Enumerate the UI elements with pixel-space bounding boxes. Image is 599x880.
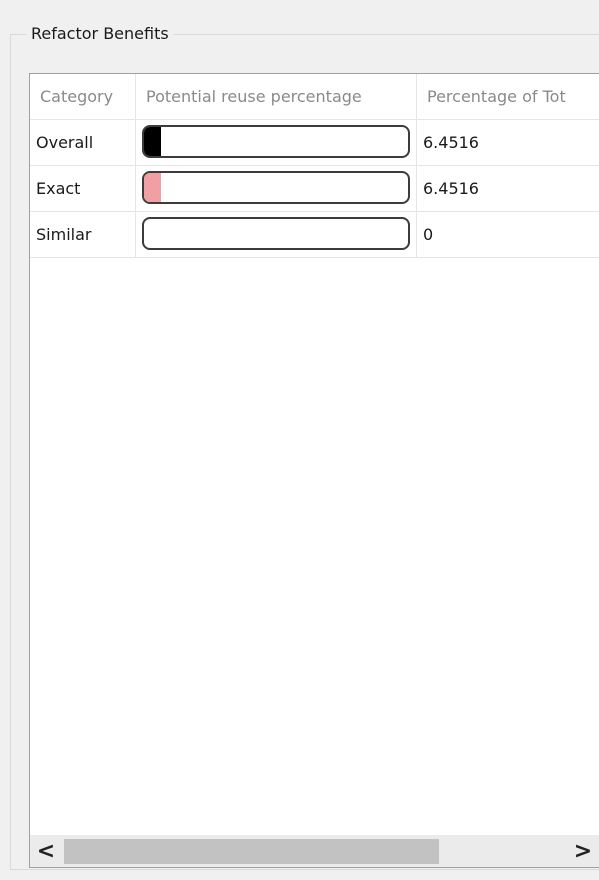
table-row-exact[interactable]: Exact 6.4516 [30,166,599,212]
table-header: Category Potential reuse percentage Perc… [30,74,599,120]
column-header-percentage[interactable]: Percentage of Tot [417,74,599,119]
category-cell: Similar [30,212,136,257]
chevron-left-icon[interactable]: < [30,835,62,867]
reuse-progress-fill [144,127,162,156]
refactor-benefits-panel: Refactor Benefits Category Potential reu… [0,0,599,880]
reuse-progress-fill [144,173,162,202]
percentage-cell: 6.4516 [423,133,479,152]
category-cell: Overall [30,120,136,165]
column-header-category[interactable]: Category [30,74,136,119]
horizontal-scrollbar[interactable]: < > [30,835,599,867]
reuse-progress-bar [142,171,410,204]
table-row-similar[interactable]: Similar 0 [30,212,599,258]
group-title: Refactor Benefits [27,22,173,46]
reuse-progress-bar [142,217,410,250]
percentage-cell: 0 [423,225,434,244]
column-header-reuse[interactable]: Potential reuse percentage [136,74,417,119]
benefits-table: Category Potential reuse percentage Perc… [29,73,599,868]
table-row-overall[interactable]: Overall 6.4516 [30,120,599,166]
reuse-progress-bar [142,125,410,158]
chevron-right-icon[interactable]: > [567,835,599,867]
scrollbar-thumb[interactable] [64,839,439,864]
reuse-cell [136,212,417,257]
category-cell: Exact [30,166,136,211]
reuse-cell [136,166,417,211]
percentage-cell: 6.4516 [423,179,479,198]
reuse-cell [136,120,417,165]
